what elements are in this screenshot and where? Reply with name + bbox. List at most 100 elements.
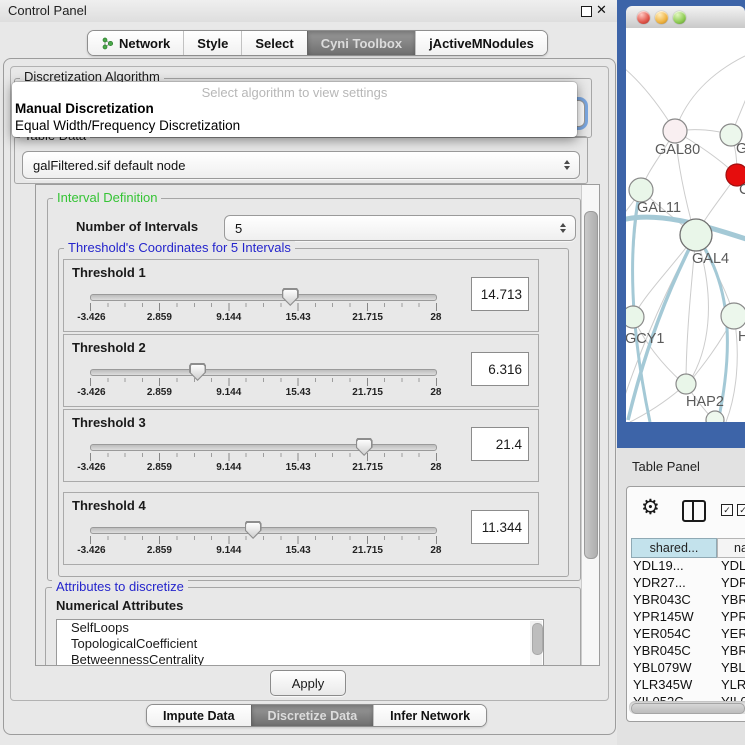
tab-discretize-data[interactable]: Discretize Data: [251, 705, 374, 726]
threshold-2-box: Threshold 2 -3.4262.8599.14415.4321.7152…: [63, 334, 539, 407]
screen: Control Panel ✕ Network Style Select Cyn…: [0, 0, 745, 745]
table-row[interactable]: YBR045CYBR0: [627, 643, 745, 660]
algorithm-popup: Select algorithm to view settings Manual…: [12, 82, 577, 137]
network-canvas[interactable]: GAL80 GA C GAL11 GAL4 GCY1 H HAP2: [626, 28, 745, 422]
node-hap2[interactable]: [676, 374, 696, 394]
table-horizontal-scrollbar[interactable]: [629, 701, 745, 714]
slider-track: [90, 527, 437, 534]
slider-ticks: [90, 453, 437, 461]
float-window-icon[interactable]: [581, 6, 592, 17]
threshold-4-box: Threshold 4 -3.4262.8599.14415.4321.7152…: [63, 492, 539, 565]
table-row[interactable]: YPR145WYPR1: [627, 609, 745, 626]
numerical-attributes-list[interactable]: SelfLoops TopologicalCoefficient Between…: [56, 619, 544, 666]
threshold-3-value-field[interactable]: 21.4: [471, 427, 529, 461]
column-header-name[interactable]: na: [717, 538, 745, 558]
slider-tick-labels: -3.4262.8599.14415.4321.71528: [90, 387, 437, 399]
checkbox-icon[interactable]: ✓: [721, 504, 733, 516]
node-label-gcy1: GCY1: [626, 331, 665, 347]
threshold-1-label: Threshold 1: [72, 265, 146, 280]
slider-track: [90, 444, 437, 451]
number-of-intervals-spinner[interactable]: 5: [224, 215, 576, 241]
attributes-group-title: Attributes to discretize: [52, 580, 188, 594]
network-window-titlebar[interactable]: [626, 6, 745, 29]
table-data-combo[interactable]: galFiltered.sif default node: [22, 151, 580, 179]
network-icon: [101, 37, 114, 50]
table-row[interactable]: YDL19...YDL1: [627, 558, 745, 575]
table-row[interactable]: YBL079WYBL0: [627, 660, 745, 677]
minimize-traffic-light[interactable]: [655, 11, 668, 24]
combo-stepper-icon: [559, 160, 579, 170]
threshold-2-value-field[interactable]: 6.316: [471, 352, 529, 386]
interval-definition-title: Interval Definition: [53, 191, 161, 205]
apply-button[interactable]: Apply: [270, 670, 346, 696]
threshold-1-value-field[interactable]: 14.713: [471, 277, 529, 311]
list-item[interactable]: TopologicalCoefficient: [57, 636, 543, 652]
close-icon[interactable]: ✕: [596, 2, 607, 18]
list-item[interactable]: SelfLoops: [57, 620, 543, 636]
option-manual-discretization[interactable]: Manual Discretization: [15, 101, 154, 116]
columns-icon[interactable]: [682, 500, 706, 522]
tab-cyni-toolbox[interactable]: Cyni Toolbox: [307, 31, 415, 55]
slider-ticks: [90, 536, 437, 544]
numerical-attributes-label: Numerical Attributes: [56, 598, 183, 613]
node-label-gal80: GAL80: [655, 142, 700, 158]
close-traffic-light[interactable]: [637, 11, 650, 24]
node-gal11[interactable]: [629, 178, 653, 202]
slider-track: [90, 369, 437, 376]
tab-infer-network[interactable]: Infer Network: [373, 705, 486, 726]
node-gcy1[interactable]: [626, 306, 644, 328]
slider-ticks: [90, 378, 437, 386]
table-row[interactable]: YER054CYER0: [627, 626, 745, 643]
control-panel-tabbar: Network Style Select Cyni Toolbox jActiv…: [87, 30, 548, 56]
tab-jactivemnodules[interactable]: jActiveMNodules: [415, 31, 547, 55]
node-label-hap2: HAP2: [686, 394, 724, 410]
column-header-shared-name[interactable]: shared...: [631, 538, 717, 558]
threshold-2-label: Threshold 2: [72, 340, 146, 355]
window-title: Control Panel: [8, 3, 87, 18]
threshold-2-slider[interactable]: -3.4262.8599.14415.4321.71528: [90, 369, 437, 399]
threshold-4-slider[interactable]: -3.4262.8599.14415.4321.71528: [90, 527, 437, 557]
slider-tick-labels: -3.4262.8599.14415.4321.71528: [90, 545, 437, 557]
node-gal4[interactable]: [680, 219, 712, 251]
node-label-gal11: GAL11: [637, 200, 681, 216]
settings-scrollpane: Interval Definition Number of Intervals …: [35, 184, 600, 666]
network-graph: GAL80 GA C GAL11 GAL4 GCY1 H HAP2: [626, 28, 745, 422]
control-panel-titlebar: Control Panel: [0, 0, 617, 22]
pane-scrollbar-thumb[interactable]: [584, 211, 598, 559]
list-item[interactable]: BetweennessCentrality: [57, 652, 543, 666]
slider-tick-labels: -3.4262.8599.14415.4321.71528: [90, 462, 437, 474]
cyni-subtabs: Impute Data Discretize Data Infer Networ…: [146, 704, 487, 727]
node-gal80[interactable]: [663, 119, 687, 143]
node-label-partial-top-right: GA: [736, 141, 745, 157]
gear-icon[interactable]: ⚙: [641, 495, 660, 520]
threshold-4-label: Threshold 4: [72, 498, 146, 513]
tab-network-label: Network: [119, 36, 170, 51]
table-hscrollbar-thumb[interactable]: [631, 703, 745, 714]
list-scrollbar[interactable]: [530, 621, 542, 666]
node-label-partial-right: H: [738, 329, 745, 345]
threshold-4-value-field[interactable]: 11.344: [471, 510, 529, 544]
tab-style[interactable]: Style: [183, 31, 241, 55]
table-panel-title: Table Panel: [632, 459, 700, 474]
table-row[interactable]: YLR345WYLR3: [627, 677, 745, 694]
table-row[interactable]: YBR043CYBR0: [627, 592, 745, 609]
threshold-1-slider[interactable]: -3.4262.8599.14415.4321.71528: [90, 294, 437, 324]
option-equal-width-frequency[interactable]: Equal Width/Frequency Discretization: [15, 118, 240, 133]
algorithm-popup-hint: Select algorithm to view settings: [12, 85, 577, 100]
tab-select[interactable]: Select: [241, 31, 306, 55]
threshold-3-slider[interactable]: -3.4262.8599.14415.4321.71528: [90, 444, 437, 474]
table-row[interactable]: YDR27...YDR2: [627, 575, 745, 592]
threshold-3-label: Threshold 3: [72, 415, 146, 430]
zoom-traffic-light[interactable]: [673, 11, 686, 24]
list-scrollbar-thumb[interactable]: [532, 623, 543, 655]
table-data-combo-value: galFiltered.sif default node: [23, 158, 559, 173]
checkbox-icon[interactable]: ✓: [737, 504, 745, 516]
node-partial-right[interactable]: [721, 303, 745, 329]
tab-network[interactable]: Network: [88, 31, 183, 55]
table-header-row: shared... na: [627, 538, 745, 558]
threshold-1-box: Threshold 1 -3.4262.8599.14415.4321.7152…: [63, 259, 539, 332]
table-panel: ⚙ ✓ ✓ shared... na YDL19...YDL1 YDR27...…: [626, 486, 745, 722]
pane-scrollbar[interactable]: [581, 185, 599, 665]
table-rows: YDL19...YDL1 YDR27...YDR2 YBR043CYBR0 YP…: [627, 558, 745, 711]
tab-impute-data[interactable]: Impute Data: [147, 705, 251, 726]
